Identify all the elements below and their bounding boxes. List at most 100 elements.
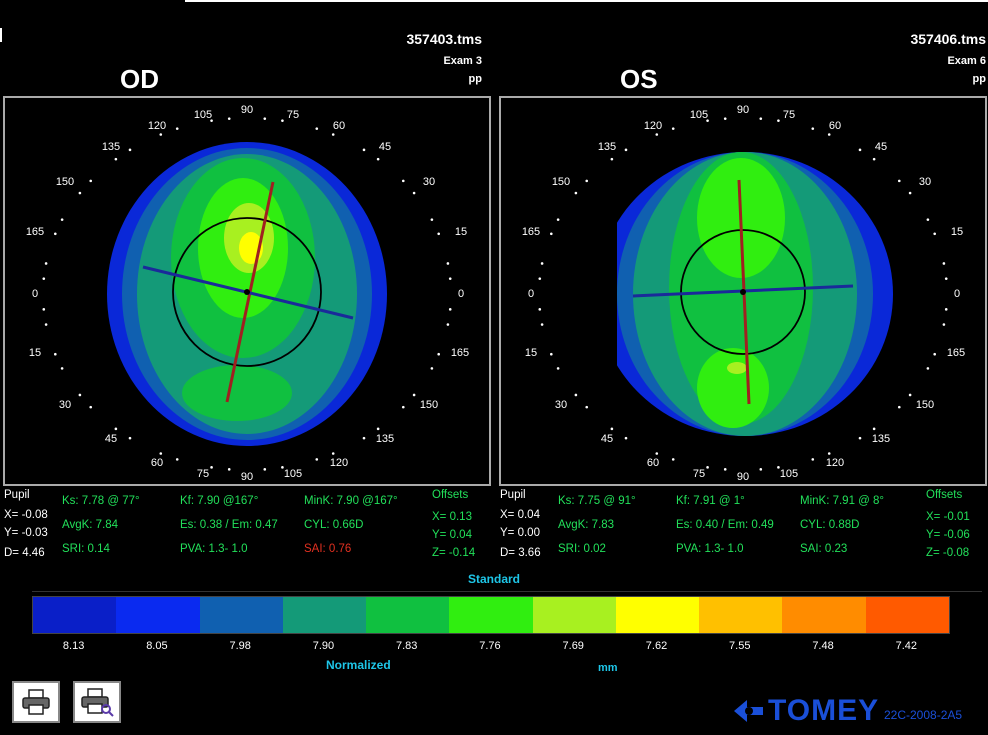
angle-tick-dot [60,367,64,370]
od-offset-z: Z= -0.14 [432,547,476,559]
angle-tick-dot [128,436,132,440]
angle-tick-dot [331,452,335,455]
angle-tick-dot [412,393,416,397]
angle-tick-dot [671,458,675,461]
angle-label: 90 [241,471,253,483]
angle-tick-dot [540,323,544,326]
angle-label: 165 [451,347,469,359]
color-scale-bar [32,596,950,634]
scale-value-label: 8.13 [62,640,85,652]
od-cyl: CYL: 0.66D [304,519,364,531]
os-map-panel[interactable]: 0 15 30 45 60 75 90 105 120 135 150 165 … [499,96,987,486]
os-mink: MinK: 7.91 @ 8° [800,495,885,507]
angle-label: 120 [330,457,348,469]
angle-tick-dot [42,308,46,311]
angle-label: 150 [916,399,934,411]
scale-value-label: 8.05 [146,640,168,652]
angle-tick-dot [210,466,213,469]
angle-label: 105 [780,468,798,480]
scale-value-label: 7.69 [562,640,584,652]
scale-swatch [615,597,700,633]
os-center-point [740,289,746,295]
angle-tick-dot [54,232,57,236]
angle-label: 75 [287,109,299,121]
angle-tick-dot [908,393,912,397]
angle-tick-dot [175,127,179,130]
angle-tick-dot [671,127,675,130]
angle-tick-dot [281,466,284,469]
angle-label: 30 [919,176,931,188]
angle-tick-dot [944,277,948,280]
angle-tick-dot [54,352,57,356]
scale-value-label: 7.62 [645,640,668,652]
angle-tick-dot [44,323,48,326]
angle-label: 75 [197,468,209,480]
angle-label: 90 [241,104,253,116]
angle-label: 165 [947,347,965,359]
os-eye-label: OS [620,64,658,94]
os-cyl: CYL: 0.88D [800,519,860,531]
angle-tick-dot [540,262,544,265]
angle-tick-dot [446,262,450,265]
angle-tick-dot [858,436,862,440]
top-rule [185,0,988,2]
od-eye-label: OD [120,64,159,94]
angle-tick-dot [872,157,876,161]
od-center-point [244,289,250,295]
angle-tick-dot [114,427,118,431]
angle-tick-dot [281,119,284,122]
scale-swatch [782,597,866,633]
angle-tick-dot [550,352,553,356]
print-preview-button[interactable] [73,681,121,723]
od-filename: 357403.tms [406,31,482,47]
angle-tick-dot [706,119,709,122]
angle-tick-dot [263,117,267,120]
angle-tick-dot [159,133,163,136]
angle-tick-dot [159,452,163,455]
angle-tick-dot [610,157,614,161]
angle-tick-dot [376,427,380,431]
os-sai: SAI: 0.23 [800,543,848,555]
angle-tick-dot [227,468,231,471]
scale-swatch [699,597,783,633]
od-map-panel[interactable]: 0 15 30 45 60 75 90 105 120 135 150 165 … [3,96,491,486]
od-sri: SRI: 0.14 [62,543,110,555]
angle-tick-dot [624,148,628,152]
angle-tick-dot [538,277,542,280]
angle-tick-dot [944,308,948,311]
od-ks: Ks: 7.78 @ 77° [62,495,140,507]
angle-tick-dot [114,157,118,161]
angle-label: 15 [29,347,41,359]
angle-tick-dot [362,148,366,152]
angle-tick-dot [44,262,48,265]
scale-swatch [282,597,367,633]
print-button[interactable] [12,681,60,723]
angle-tick-dot [926,218,930,221]
angle-tick-dot [210,119,213,122]
angle-tick-dot [430,367,434,370]
angle-tick-dot [759,468,763,471]
scale-value-label: 7.76 [479,640,501,652]
angle-tick-dot [585,179,589,183]
angle-tick-dot [401,179,405,183]
os-es-em: Es: 0.40 / Em: 0.49 [676,519,774,531]
scale-value-label: 7.98 [229,640,251,652]
angle-label: 150 [420,399,438,411]
angle-label: 135 [376,433,394,445]
angle-label: 120 [826,457,844,469]
angle-label: 60 [151,457,163,469]
angle-label: 90 [737,471,749,483]
angle-tick-dot [655,452,659,455]
scale-swatch [865,597,949,633]
angle-tick-dot [556,218,560,221]
angle-tick-dot [872,427,876,431]
angle-tick-dot [550,232,553,236]
angle-tick-dot [827,452,831,455]
angle-tick-dot [437,232,440,236]
scale-value-label: 7.83 [395,640,418,652]
angle-tick-dot [376,157,380,161]
os-mode: pp [972,73,986,85]
od-sai: SAI: 0.76 [304,543,352,555]
angle-label: 135 [872,433,890,445]
angle-tick-dot [89,179,93,183]
